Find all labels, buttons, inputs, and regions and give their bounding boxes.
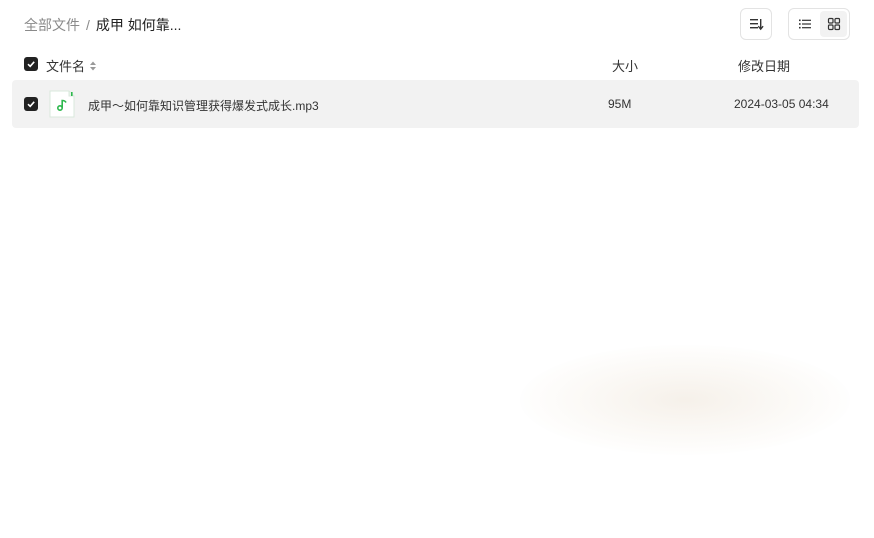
list-view-button[interactable] (791, 11, 818, 37)
breadcrumb-root[interactable]: 全部文件 (24, 15, 80, 35)
row-checkbox[interactable] (24, 97, 38, 111)
list-view-icon (798, 19, 811, 29)
column-header-date[interactable]: 修改日期 (738, 56, 790, 75)
sort-list-icon (750, 19, 764, 31)
check-icon (27, 61, 35, 68)
file-name[interactable]: 成甲～如何靠知识管理获得爆发式成长.mp3 (88, 97, 319, 114)
audio-file-icon (49, 90, 75, 118)
background-glow (520, 345, 850, 455)
table-header: 文件名 大小 修改日期 (12, 52, 859, 76)
sort-button[interactable] (740, 8, 772, 40)
breadcrumb-separator: / (86, 17, 90, 33)
check-icon (27, 101, 35, 108)
file-row[interactable]: 成甲～如何靠知识管理获得爆发式成长.mp3 95M 2024-03-05 04:… (12, 80, 859, 128)
column-header-name[interactable]: 文件名 (46, 56, 97, 75)
select-all-checkbox[interactable] (24, 57, 38, 71)
file-modified-date: 2024-03-05 04:34 (734, 97, 829, 111)
column-header-size[interactable]: 大小 (612, 56, 638, 75)
file-size: 95M (608, 97, 632, 111)
breadcrumb: 全部文件 / 成甲 如何靠... (24, 15, 181, 35)
grid-view-button[interactable] (820, 11, 847, 37)
sort-toggle-icon (90, 61, 97, 70)
grid-view-icon (827, 17, 840, 31)
column-name-label: 文件名 (46, 59, 86, 74)
top-bar: 全部文件 / 成甲 如何靠... (0, 0, 874, 48)
breadcrumb-current: 成甲 如何靠... (95, 17, 182, 33)
view-mode-toggle (788, 8, 850, 40)
